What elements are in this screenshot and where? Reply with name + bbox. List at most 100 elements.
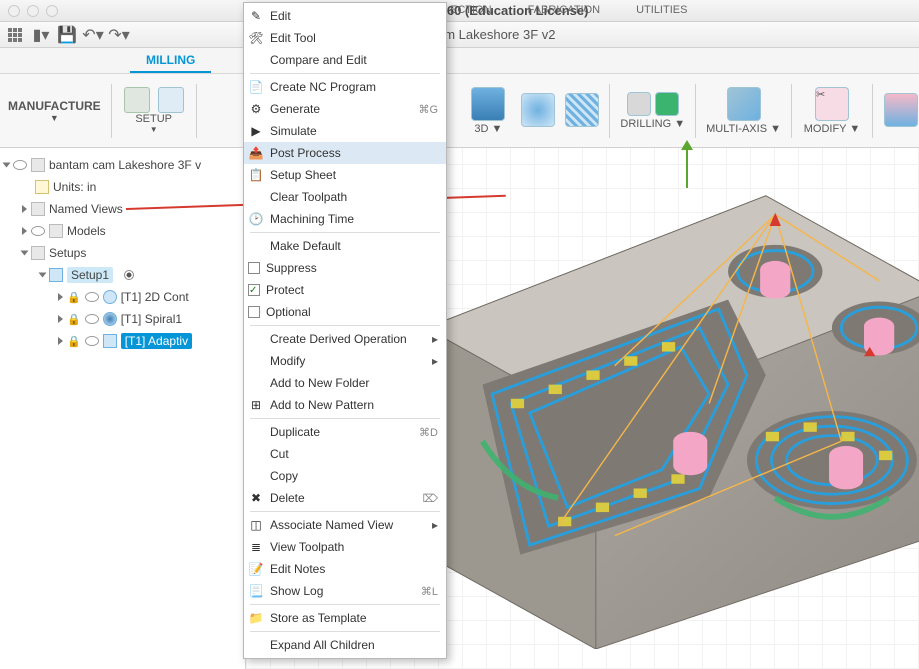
component-icon bbox=[31, 158, 45, 172]
eraser-icon bbox=[884, 93, 918, 127]
checkbox-checked-icon[interactable] bbox=[248, 284, 260, 296]
workspace-switcher[interactable]: MANUFACTURE ▼ bbox=[8, 79, 101, 143]
eye-icon[interactable] bbox=[31, 226, 45, 236]
op-spiral-icon bbox=[103, 312, 117, 326]
setups-icon bbox=[31, 246, 45, 260]
eye-icon[interactable] bbox=[85, 336, 99, 346]
toolpath-icon: ≣ bbox=[248, 539, 264, 555]
nc-icon: 📄 bbox=[248, 79, 264, 95]
ctx-modify[interactable]: Modify▸ bbox=[244, 350, 446, 372]
tree-setups[interactable]: Setups bbox=[4, 242, 241, 264]
drill-icon bbox=[627, 92, 651, 116]
spiral-icon bbox=[521, 93, 555, 127]
tree-op-spiral[interactable]: 🔒[T1] Spiral1 bbox=[4, 308, 241, 330]
document-title: bantam cam Lakeshore 3F v2 bbox=[0, 27, 919, 42]
setup-folder-icon bbox=[124, 87, 150, 113]
tab-milling[interactable]: MILLING bbox=[130, 49, 211, 73]
browser-panel: bantam cam Lakeshore 3F v Units: in Name… bbox=[0, 148, 246, 669]
simulate-icon: ▶ bbox=[248, 123, 264, 139]
ctx-expand-children[interactable]: Expand All Children bbox=[244, 634, 446, 656]
tree-units[interactable]: Units: in bbox=[4, 176, 241, 198]
ctx-store-template[interactable]: 📁Store as Template bbox=[244, 607, 446, 629]
context-menu: ✎Edit 🛠Edit Tool Compare and Edit 📄Creat… bbox=[243, 2, 447, 659]
ribbon-cat-utilities: UTILITIES bbox=[636, 4, 687, 16]
ribbon: MANUFACTURE ▼ SETUP▼ 3D ▼ DRILLING ▼ MUL… bbox=[0, 74, 919, 148]
ctx-show-log[interactable]: 📃Show Log⌘L bbox=[244, 580, 446, 602]
tool-icon: 🛠 bbox=[248, 30, 264, 46]
ribbon-tabstrip: MILLING ECTION FABRICATION UTILITIES bbox=[0, 48, 919, 74]
ctx-clear-toolpath[interactable]: Clear Toolpath bbox=[244, 186, 446, 208]
notes-icon: 📝 bbox=[248, 561, 264, 577]
eye-icon[interactable] bbox=[13, 160, 27, 170]
tree-models[interactable]: Models bbox=[4, 220, 241, 242]
eye-icon[interactable] bbox=[85, 314, 99, 324]
ctx-optional[interactable]: Optional bbox=[244, 301, 446, 323]
ctx-edit-tool[interactable]: 🛠Edit Tool bbox=[244, 27, 446, 49]
pencil-icon: ✎ bbox=[248, 8, 264, 24]
tree-setup1[interactable]: Setup1 bbox=[4, 264, 241, 286]
ctx-view-toolpath[interactable]: ≣View Toolpath bbox=[244, 536, 446, 558]
hole-icon bbox=[655, 92, 679, 116]
quick-access-toolbar: ▮▾ 💾 ↶▾ ↷▾ bantam cam Lakeshore 3F v2 bbox=[0, 22, 919, 48]
ribbon-category-labels: ECTION FABRICATION UTILITIES bbox=[450, 0, 687, 20]
ctx-add-folder[interactable]: Add to New Folder bbox=[244, 372, 446, 394]
tree-op-2dcontour[interactable]: 🔒[T1] 2D Cont bbox=[4, 286, 241, 308]
ctx-delete[interactable]: ✖Delete⌦ bbox=[244, 487, 446, 509]
ctx-edit-notes[interactable]: 📝Edit Notes bbox=[244, 558, 446, 580]
ctx-create-nc[interactable]: 📄Create NC Program bbox=[244, 76, 446, 98]
ctx-copy[interactable]: Copy bbox=[244, 465, 446, 487]
post-icon: 📤 bbox=[248, 145, 264, 161]
ctx-add-pattern[interactable]: ⊞Add to New Pattern bbox=[244, 394, 446, 416]
multiaxis-icon bbox=[727, 87, 761, 121]
sheet-icon: 📋 bbox=[248, 167, 264, 183]
modify-icon: ✂ bbox=[815, 87, 849, 121]
tree-op-adaptive[interactable]: 🔒[T1] Adaptiv bbox=[4, 330, 241, 352]
ctx-edit[interactable]: ✎Edit bbox=[244, 5, 446, 27]
ctx-compare[interactable]: Compare and Edit bbox=[244, 49, 446, 71]
op-adaptive-icon bbox=[103, 334, 117, 348]
tree-root[interactable]: bantam cam Lakeshore 3F v bbox=[4, 154, 241, 176]
ribbon-modify-button[interactable]: ✂ MODIFY ▼ bbox=[802, 79, 862, 143]
ctx-make-default[interactable]: Make Default bbox=[244, 235, 446, 257]
ribbon-eraser-button[interactable] bbox=[883, 79, 919, 143]
log-icon: 📃 bbox=[248, 583, 264, 599]
ctx-suppress[interactable]: Suppress bbox=[244, 257, 446, 279]
checkbox-icon[interactable] bbox=[248, 306, 260, 318]
setup-button[interactable]: SETUP▼ bbox=[122, 79, 186, 143]
ribbon-op2-button[interactable] bbox=[521, 79, 555, 143]
lock-icon: 🔒 bbox=[67, 291, 81, 304]
chevron-right-icon: ▸ bbox=[432, 518, 438, 532]
ribbon-op3-button[interactable] bbox=[565, 79, 599, 143]
ribbon-cat-ection: ECTION bbox=[450, 4, 492, 16]
ctx-assoc-view[interactable]: ◫Associate Named View▸ bbox=[244, 514, 446, 536]
tree-named-views[interactable]: Named Views bbox=[4, 198, 241, 220]
lock-icon: 🔒 bbox=[67, 335, 81, 348]
setup-icon bbox=[49, 268, 63, 282]
ribbon-3d-button[interactable]: 3D ▼ bbox=[465, 79, 511, 143]
active-setup-radio[interactable] bbox=[124, 270, 134, 280]
ctx-setup-sheet[interactable]: 📋Setup Sheet bbox=[244, 164, 446, 186]
template-icon: 📁 bbox=[248, 610, 264, 626]
ctx-cut[interactable]: Cut bbox=[244, 443, 446, 465]
ctx-generate[interactable]: ⚙Generate⌘G bbox=[244, 98, 446, 120]
ctx-machining-time[interactable]: 🕑Machining Time bbox=[244, 208, 446, 230]
3d-icon bbox=[471, 87, 505, 121]
view-icon: ◫ bbox=[248, 517, 264, 533]
ctx-derived[interactable]: Create Derived Operation▸ bbox=[244, 328, 446, 350]
browser-tree: bantam cam Lakeshore 3F v Units: in Name… bbox=[0, 148, 245, 358]
setup-sheet-icon bbox=[158, 87, 184, 113]
ruler-icon bbox=[35, 180, 49, 194]
ribbon-multiaxis-button[interactable]: MULTI-AXIS ▼ bbox=[706, 79, 781, 143]
ctx-simulate[interactable]: ▶Simulate bbox=[244, 120, 446, 142]
ctx-protect[interactable]: Protect bbox=[244, 279, 446, 301]
ribbon-drilling-button[interactable]: DRILLING ▼ bbox=[620, 79, 685, 143]
checkbox-icon[interactable] bbox=[248, 262, 260, 274]
lock-icon: 🔒 bbox=[67, 313, 81, 326]
model-view bbox=[366, 158, 919, 649]
clock-icon: 🕑 bbox=[248, 211, 264, 227]
folder-icon bbox=[31, 202, 45, 216]
ctx-post-process[interactable]: 📤Post Process bbox=[244, 142, 446, 164]
eye-icon[interactable] bbox=[85, 292, 99, 302]
parallel-icon bbox=[565, 93, 599, 127]
ctx-duplicate[interactable]: Duplicate⌘D bbox=[244, 421, 446, 443]
